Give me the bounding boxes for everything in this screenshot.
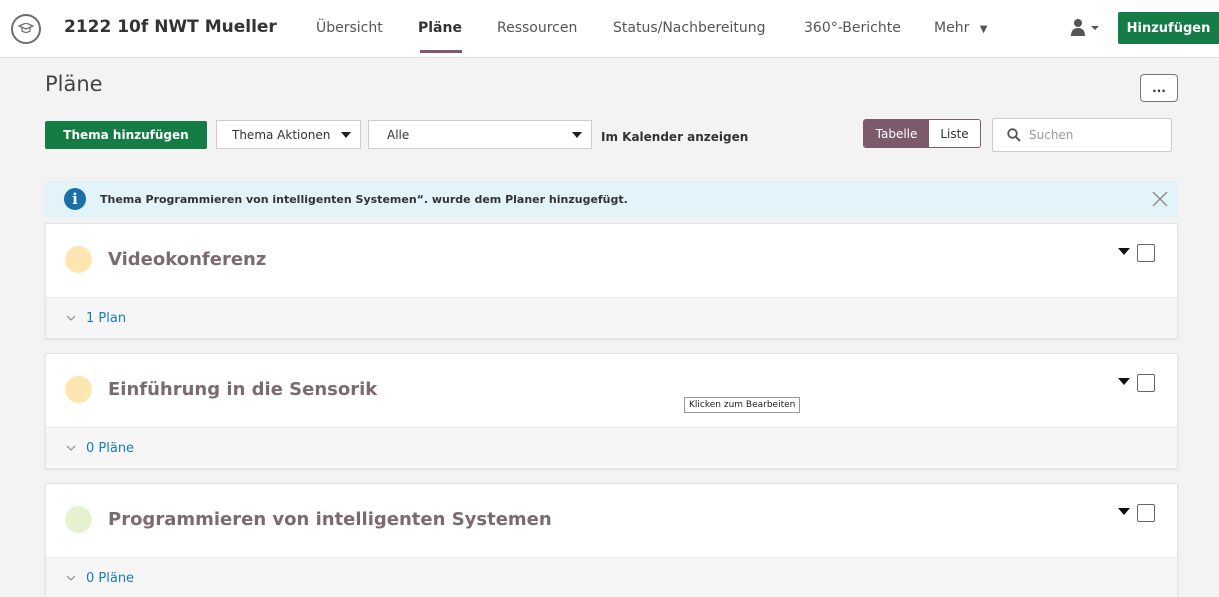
filter-select[interactable]: Alle [368, 120, 592, 149]
user-menu[interactable] [1070, 18, 1100, 42]
close-icon[interactable] [1150, 189, 1170, 209]
search-icon [1007, 128, 1021, 142]
topic-title[interactable]: Einführung in die Sensorik [108, 379, 377, 400]
topic-checkbox[interactable] [1137, 244, 1155, 262]
caret-down-icon [341, 132, 351, 138]
chevron-down-icon: ▼ [979, 24, 988, 35]
topic-color-dot [65, 246, 92, 273]
search-placeholder: Suchen [1029, 128, 1074, 142]
edit-tooltip: Klicken zum Bearbeiten [684, 397, 801, 413]
info-icon: i [64, 188, 86, 210]
topic-actions-dropdown[interactable]: Thema Aktionen [216, 120, 361, 149]
nav-overview[interactable]: Übersicht [316, 20, 383, 36]
more-options-button[interactable]: ... [1140, 74, 1178, 102]
caret-down-icon [572, 132, 582, 138]
topic-title[interactable]: Videokonferenz [108, 249, 266, 270]
topic-plans-toggle[interactable]: 0 Pläne [46, 558, 1177, 597]
topic-checkbox[interactable] [1137, 504, 1155, 522]
topic-checkbox[interactable] [1137, 374, 1155, 392]
topic-title[interactable]: Programmieren von intelligenten Systemen [108, 509, 552, 530]
topic-header[interactable]: Videokonferenz [46, 224, 1177, 298]
topic-color-dot [65, 506, 92, 533]
plan-count: 0 Pläne [86, 440, 135, 456]
nav-resources[interactable]: Ressourcen [497, 20, 577, 36]
chevron-down-icon [66, 571, 76, 586]
topic-menu-icon[interactable] [1118, 248, 1130, 255]
topic-card: Einführung in die Sensorik 0 Pläne [45, 353, 1178, 469]
topic-header[interactable]: Programmieren von intelligenten Systemen [46, 484, 1177, 558]
plan-count: 1 Plan [86, 310, 127, 326]
plan-count: 0 Pläne [86, 570, 135, 586]
nav-more-label: Mehr [934, 20, 970, 36]
topic-menu-icon[interactable] [1118, 378, 1130, 385]
topic-card: Programmieren von intelligenten Systemen… [45, 483, 1178, 597]
course-title[interactable]: 2122 10f NWT Mueller [64, 17, 277, 37]
ellipsis-icon: ... [1152, 81, 1166, 95]
course-logo-icon[interactable] [11, 14, 41, 44]
topic-header[interactable]: Einführung in die Sensorik [46, 354, 1177, 428]
top-navigation-bar: 2122 10f NWT Mueller Übersicht Pläne Res… [0, 0, 1219, 58]
view-table-button[interactable]: Tabelle [864, 120, 929, 147]
nav-more[interactable]: Mehr ▼ [934, 20, 987, 36]
page-title: Pläne [45, 72, 103, 96]
topic-card: Videokonferenz 1 Plan [45, 223, 1178, 339]
topic-plans-toggle[interactable]: 0 Pläne [46, 428, 1177, 468]
user-icon [1071, 19, 1099, 36]
add-button[interactable]: Hinzufügen [1118, 12, 1219, 44]
show-in-calendar-link[interactable]: Im Kalender anzeigen [601, 130, 748, 144]
topic-menu-icon[interactable] [1118, 508, 1130, 515]
chevron-down-icon [66, 311, 76, 326]
add-topic-button[interactable]: Thema hinzufügen [45, 121, 207, 149]
active-tab-indicator [420, 50, 462, 53]
chevron-down-icon [66, 441, 76, 456]
topic-plans-toggle[interactable]: 1 Plan [46, 298, 1177, 338]
info-alert: i Thema Programmieren von intelligenten … [45, 181, 1178, 217]
nav-360-reports[interactable]: 360°-Berichte [804, 20, 901, 36]
filter-value: Alle [387, 127, 410, 142]
nav-status[interactable]: Status/Nachbereitung [613, 20, 766, 36]
search-input[interactable]: Suchen [992, 118, 1172, 152]
topic-color-dot [65, 376, 92, 403]
view-toggle: Tabelle Liste [863, 119, 981, 148]
topic-actions-label: Thema Aktionen [232, 127, 331, 142]
alert-message: Thema Programmieren von intelligenten Sy… [100, 192, 628, 206]
view-list-button[interactable]: Liste [929, 120, 980, 147]
nav-plans[interactable]: Pläne [418, 20, 462, 36]
